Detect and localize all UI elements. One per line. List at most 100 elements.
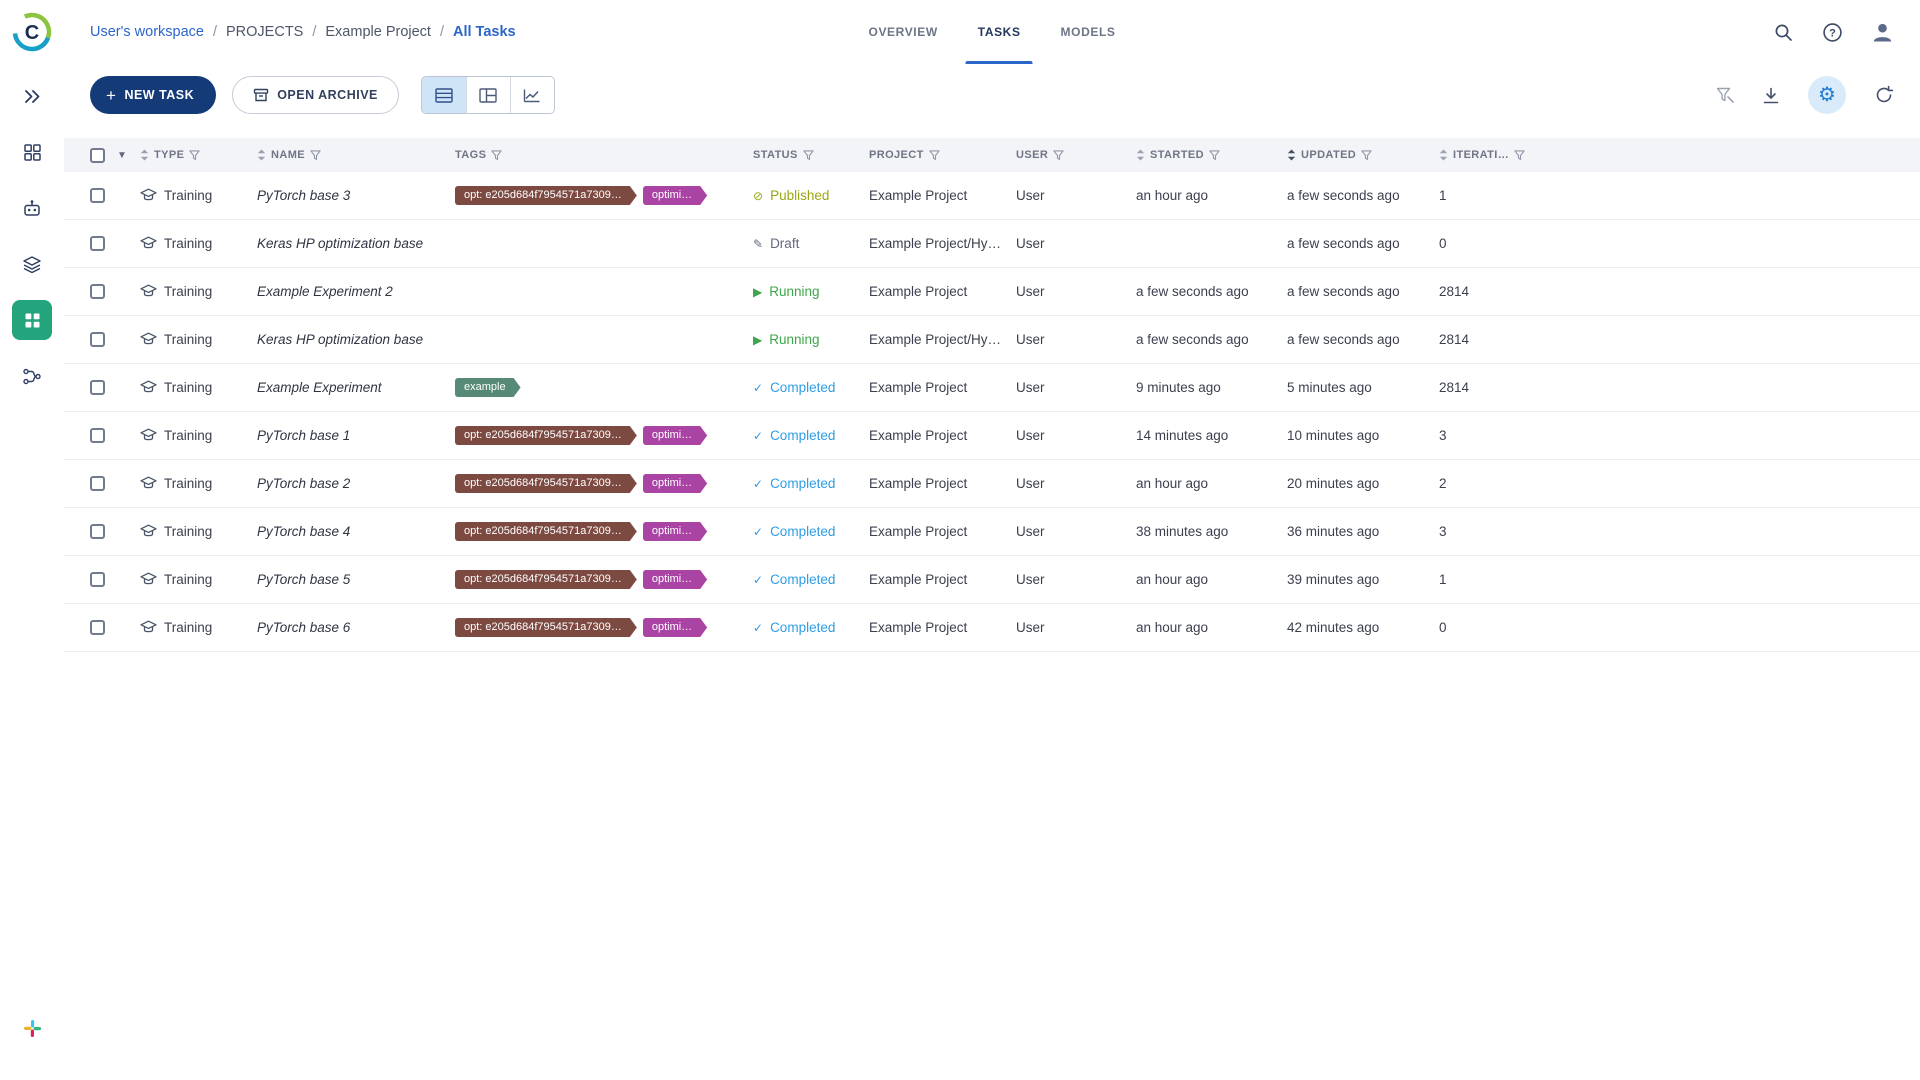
cell-name[interactable]: Keras HP optimization base — [257, 332, 455, 347]
tag-chip[interactable]: opt: e205d684f7954571a7309… — [455, 426, 637, 445]
row-checkbox[interactable] — [90, 236, 105, 251]
column-header-updated[interactable]: UPDATED — [1287, 149, 1439, 161]
slack-link[interactable] — [12, 1008, 52, 1048]
tag-chip[interactable]: opt: e205d684f7954571a7309… — [455, 474, 637, 493]
tab-models[interactable]: MODELS — [1041, 0, 1136, 64]
table-row[interactable]: Training PyTorch base 4 opt: e205d684f7954… — [64, 508, 1920, 556]
row-checkbox[interactable] — [90, 524, 105, 539]
download-button[interactable] — [1762, 87, 1780, 104]
filter-funnel-icon[interactable] — [1053, 149, 1064, 161]
cell-name[interactable]: Example Experiment — [257, 380, 455, 395]
new-task-button[interactable]: + NEW TASK — [90, 76, 217, 114]
sidebar-item-datasets[interactable] — [12, 244, 52, 284]
table-row[interactable]: Training PyTorch base 5 opt: e205d684f7954… — [64, 556, 1920, 604]
tag-chip[interactable]: example — [455, 378, 521, 397]
open-archive-button[interactable]: OPEN ARCHIVE — [232, 76, 399, 114]
column-settings-button[interactable]: ⚙ — [1808, 76, 1846, 114]
row-checkbox[interactable] — [90, 476, 105, 491]
cell-name[interactable]: PyTorch base 2 — [257, 476, 455, 491]
table-row[interactable]: Training Example Experiment 2 ▶ Running Exam… — [64, 268, 1920, 316]
tag-chip[interactable]: optimi… — [643, 186, 707, 205]
table-row[interactable]: Training PyTorch base 1 opt: e205d684f7954… — [64, 412, 1920, 460]
column-header-iterati[interactable]: ITERATI… — [1439, 149, 1920, 161]
robot-icon — [24, 199, 40, 216]
column-header-started[interactable]: STARTED — [1136, 149, 1287, 161]
cell-name[interactable]: PyTorch base 4 — [257, 524, 455, 539]
table-row[interactable]: Training Example Experiment example ✓ Comple… — [64, 364, 1920, 412]
filter-funnel-icon[interactable] — [1361, 149, 1372, 161]
filter-funnel-icon[interactable] — [310, 149, 321, 161]
filter-funnel-icon[interactable] — [803, 149, 814, 161]
row-checkbox[interactable] — [90, 428, 105, 443]
search-button[interactable] — [1773, 22, 1794, 43]
sort-icon[interactable] — [1287, 149, 1296, 161]
breadcrumb-project-name[interactable]: Example Project — [325, 24, 431, 40]
sidebar-item-pipelines[interactable] — [12, 356, 52, 396]
tab-overview[interactable]: OVERVIEW — [849, 0, 958, 64]
column-header-tags[interactable]: TAGS — [455, 149, 753, 161]
filter-funnel-icon[interactable] — [491, 149, 502, 161]
row-checkbox[interactable] — [90, 380, 105, 395]
auto-refresh-button[interactable] — [1874, 85, 1894, 105]
tag-chip[interactable]: opt: e205d684f7954571a7309… — [455, 186, 637, 205]
tag-chip[interactable]: opt: e205d684f7954571a7309… — [455, 522, 637, 541]
row-checkbox[interactable] — [90, 572, 105, 587]
filter-funnel-icon[interactable] — [189, 149, 200, 161]
column-header-user[interactable]: USER — [1016, 149, 1136, 161]
breadcrumb-workspace[interactable]: User's workspace — [90, 24, 204, 40]
sort-icon[interactable] — [257, 149, 266, 161]
cell-user: User — [1016, 476, 1045, 491]
tag-chip[interactable]: optimi… — [643, 522, 707, 541]
tag-chip[interactable]: optimi… — [643, 426, 707, 445]
cell-name[interactable]: PyTorch base 3 — [257, 188, 455, 203]
row-checkbox[interactable] — [90, 188, 105, 203]
table-row[interactable]: Training PyTorch base 3 opt: e205d684f7954… — [64, 172, 1920, 220]
row-checkbox[interactable] — [90, 620, 105, 635]
sidebar-item-dashboard[interactable] — [12, 132, 52, 172]
training-type-icon — [140, 236, 157, 249]
filter-funnel-icon[interactable] — [1514, 149, 1525, 161]
cell-name[interactable]: Keras HP optimization base — [257, 236, 455, 251]
tag-chip[interactable]: opt: e205d684f7954571a7309… — [455, 570, 637, 589]
sidebar-item-projects[interactable] — [12, 300, 52, 340]
sort-icon[interactable] — [1439, 149, 1448, 161]
select-all-checkbox[interactable] — [90, 147, 105, 163]
clear-filters-button[interactable] — [1715, 86, 1734, 104]
tag-chip[interactable]: optimi… — [643, 474, 707, 493]
column-header-status[interactable]: STATUS — [753, 149, 869, 161]
breadcrumb-projects[interactable]: PROJECTS — [226, 24, 303, 40]
column-label: USER — [1016, 149, 1049, 161]
column-header-name[interactable]: NAME — [257, 149, 455, 161]
archive-icon — [253, 88, 269, 101]
table-row[interactable]: Training Keras HP optimization base ▶ Runni… — [64, 316, 1920, 364]
table-view-button[interactable] — [421, 77, 466, 113]
help-button[interactable]: ? — [1822, 22, 1843, 43]
sidebar-expand-button[interactable] — [12, 76, 52, 116]
clearml-logo[interactable]: C — [10, 10, 54, 54]
table-row[interactable]: Training PyTorch base 2 opt: e205d684f7954… — [64, 460, 1920, 508]
cell-name[interactable]: PyTorch base 1 — [257, 428, 455, 443]
sidebar-item-agents[interactable] — [12, 188, 52, 228]
chart-view-button[interactable] — [509, 77, 554, 113]
cell-name[interactable]: PyTorch base 6 — [257, 620, 455, 635]
column-header-type[interactable]: TYPE — [140, 149, 257, 161]
column-header-project[interactable]: PROJECT — [869, 149, 1016, 161]
tag-chip[interactable]: optimi… — [643, 570, 707, 589]
cell-name[interactable]: PyTorch base 5 — [257, 572, 455, 587]
filter-funnel-icon[interactable] — [929, 149, 940, 161]
filter-funnel-icon[interactable] — [1209, 149, 1220, 161]
tab-tasks[interactable]: TASKS — [958, 0, 1041, 64]
table-row[interactable]: Training Keras HP optimization base ✎ Draft… — [64, 220, 1920, 268]
table-row[interactable]: Training PyTorch base 6 opt: e205d684f7954… — [64, 604, 1920, 652]
breadcrumb-all-tasks[interactable]: All Tasks — [453, 24, 516, 40]
user-avatar[interactable] — [1871, 21, 1894, 44]
sort-icon[interactable] — [1136, 149, 1145, 161]
tag-chip[interactable]: opt: e205d684f7954571a7309… — [455, 618, 637, 637]
row-checkbox[interactable] — [90, 284, 105, 299]
cell-name[interactable]: Example Experiment 2 — [257, 284, 455, 299]
sort-icon[interactable] — [140, 149, 149, 161]
split-view-button[interactable] — [465, 77, 510, 113]
row-checkbox[interactable] — [90, 332, 105, 347]
tag-chip[interactable]: optimi… — [643, 618, 707, 637]
select-dropdown-caret[interactable]: ▼ — [117, 150, 127, 161]
